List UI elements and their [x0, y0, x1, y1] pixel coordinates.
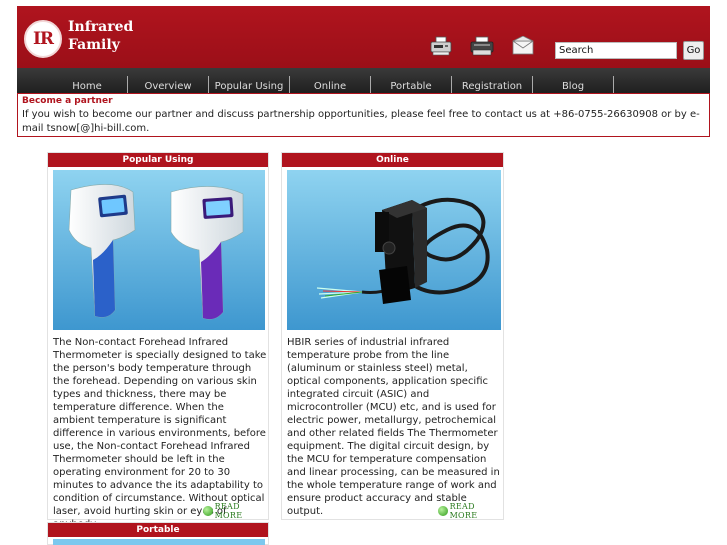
logo-line-1: Infrared [68, 19, 134, 35]
card-title[interactable]: Online [282, 153, 503, 167]
read-more-link[interactable]: READ MORE [203, 502, 268, 520]
fax-icon[interactable] [429, 36, 453, 56]
logo-mark: IR [24, 20, 62, 58]
site-logo[interactable]: IR Infrared Family [24, 18, 134, 58]
read-more-label: READ MORE [214, 502, 243, 520]
logo-wordmark: Infrared Family [68, 18, 133, 54]
partner-text: If you wish to become our partner and di… [22, 109, 700, 134]
portable-image[interactable] [53, 539, 265, 545]
main-nav: Home Overview Popular Using Online Porta… [17, 68, 710, 93]
nav-item-registration[interactable]: Registration [452, 68, 532, 93]
partner-title: Become a partner [22, 96, 113, 106]
read-more-icon [203, 506, 213, 516]
read-more-link[interactable]: READ MORE [438, 502, 503, 520]
site-header: IR Infrared Family Go [17, 6, 710, 68]
nav-item-online[interactable]: Online [290, 68, 370, 93]
infrared-probe-image[interactable] [287, 170, 501, 330]
nav-item-home[interactable]: Home [47, 68, 127, 93]
search-input[interactable] [555, 42, 677, 59]
mail-icon[interactable] [511, 35, 535, 56]
card-popular-using: Popular Using The Non-contact Forehead I… [47, 152, 269, 530]
nav-item-popular-using[interactable]: Popular Using [209, 68, 289, 93]
read-more-label: READ MORE [449, 502, 478, 520]
logo-line-2: Family [68, 37, 120, 53]
nav-item-blog[interactable]: Blog [533, 68, 613, 93]
nav-separator [613, 76, 614, 93]
printer-icon[interactable] [470, 36, 494, 56]
card-portable: Portable [47, 522, 269, 545]
read-more-icon [438, 506, 448, 516]
nav-item-overview[interactable]: Overview [128, 68, 208, 93]
card-title[interactable]: Popular Using [48, 153, 268, 167]
nav-item-portable[interactable]: Portable [371, 68, 451, 93]
card-title[interactable]: Portable [48, 523, 268, 537]
partner-notice: Become a partner If you wish to become o… [17, 93, 710, 137]
thermometer-image[interactable] [53, 170, 265, 330]
go-button[interactable]: Go [683, 41, 704, 60]
logo-mark-text: IR [32, 29, 54, 49]
card-online: Online HBIR series of industrial infrare… [281, 152, 504, 520]
card-description: HBIR series of industrial infrared tempe… [287, 337, 500, 517]
